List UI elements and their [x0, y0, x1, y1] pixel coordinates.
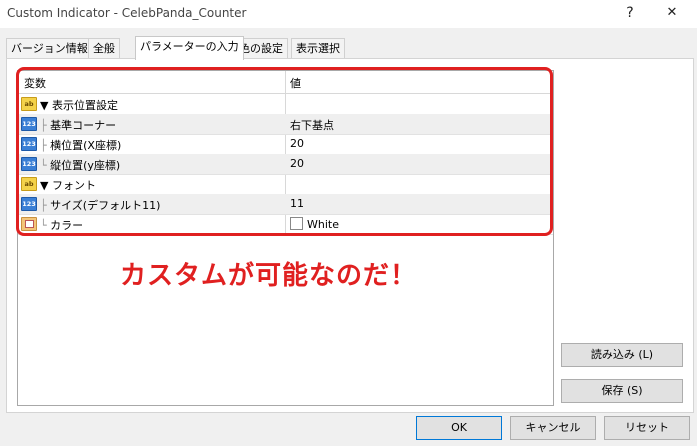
table-row[interactable]: 123 └ 縦位置(y座標) 20	[18, 154, 553, 175]
color-value-text: White	[307, 218, 339, 231]
color-type-icon	[21, 217, 37, 231]
integer-type-icon: 123	[21, 117, 37, 131]
table-row[interactable]: 123 ├ 基準コーナー 右下基点	[18, 114, 553, 135]
table-row[interactable]: 123 ├ サイズ(デフォルト11) 11	[18, 194, 553, 215]
integer-type-icon: 123	[21, 157, 37, 171]
string-type-icon: ab	[21, 177, 37, 191]
table-row[interactable]: ab ▼ 表示位置設定	[18, 94, 553, 115]
row-name: ├ 横位置(X座標)	[40, 137, 121, 153]
tree-branch-icon: ├	[40, 119, 47, 132]
table-row[interactable]: 123 ├ 横位置(X座標) 20	[18, 134, 553, 155]
title-bar: Custom Indicator - CelebPanda_Counter ? …	[0, 0, 697, 28]
row-value[interactable]: 11	[290, 197, 304, 210]
window-title: Custom Indicator - CelebPanda_Counter	[7, 6, 247, 20]
color-swatch[interactable]	[290, 217, 303, 230]
tree-branch-end-icon: └	[40, 159, 47, 172]
save-button[interactable]: 保存 (S)	[561, 379, 683, 403]
tab-general[interactable]: 全般	[88, 38, 120, 59]
table-row[interactable]: ab ▼ フォント	[18, 174, 553, 195]
row-name: ▼ フォント	[40, 179, 96, 192]
tab-version-info[interactable]: バージョン情報	[6, 38, 93, 59]
tree-branch-end-icon: └	[40, 219, 47, 232]
string-type-icon: ab	[21, 97, 37, 111]
row-label: 縦位置(y座標)	[50, 159, 121, 172]
row-value[interactable]: 右下基点	[290, 117, 334, 133]
row-name: ├ 基準コーナー	[40, 117, 116, 133]
row-name: └ カラー	[40, 217, 83, 233]
row-label: サイズ(デフォルト11)	[50, 199, 161, 212]
row-name: ▼ 表示位置設定	[40, 99, 118, 112]
close-button[interactable]: ✕	[652, 2, 692, 24]
row-value[interactable]: 20	[290, 137, 304, 150]
tab-visualization[interactable]: 表示選択	[291, 38, 345, 59]
row-name: ├ サイズ(デフォルト11)	[40, 197, 160, 213]
tab-input-parameters[interactable]: パラメーターの入力	[135, 36, 244, 60]
row-label: 横位置(X座標)	[50, 139, 122, 152]
load-button[interactable]: 読み込み (L)	[561, 343, 683, 367]
row-name: └ 縦位置(y座標)	[40, 157, 120, 173]
table-row[interactable]: └ カラー White	[18, 214, 553, 235]
annotation-text: カスタムが可能なのだ！	[120, 261, 418, 291]
parameters-grid: 変数 値 ab ▼ 表示位置設定 123 ├ 基準コーナー 右下基点 123 ├…	[17, 70, 554, 406]
integer-type-icon: 123	[21, 137, 37, 151]
cancel-button[interactable]: キャンセル	[510, 416, 596, 440]
row-label: 基準コーナー	[50, 119, 117, 132]
ok-button[interactable]: OK	[416, 416, 502, 440]
tree-branch-icon: ├	[40, 139, 47, 152]
integer-type-icon: 123	[21, 197, 37, 211]
row-value[interactable]: 20	[290, 157, 304, 170]
help-button[interactable]: ?	[610, 2, 650, 24]
row-label: カラー	[50, 219, 84, 232]
column-header-value[interactable]: 値	[290, 75, 301, 91]
tree-branch-icon: ├	[40, 199, 47, 212]
column-header-variable[interactable]: 変数	[24, 75, 46, 91]
reset-button[interactable]: リセット	[604, 416, 690, 440]
row-value[interactable]: White	[290, 217, 339, 231]
